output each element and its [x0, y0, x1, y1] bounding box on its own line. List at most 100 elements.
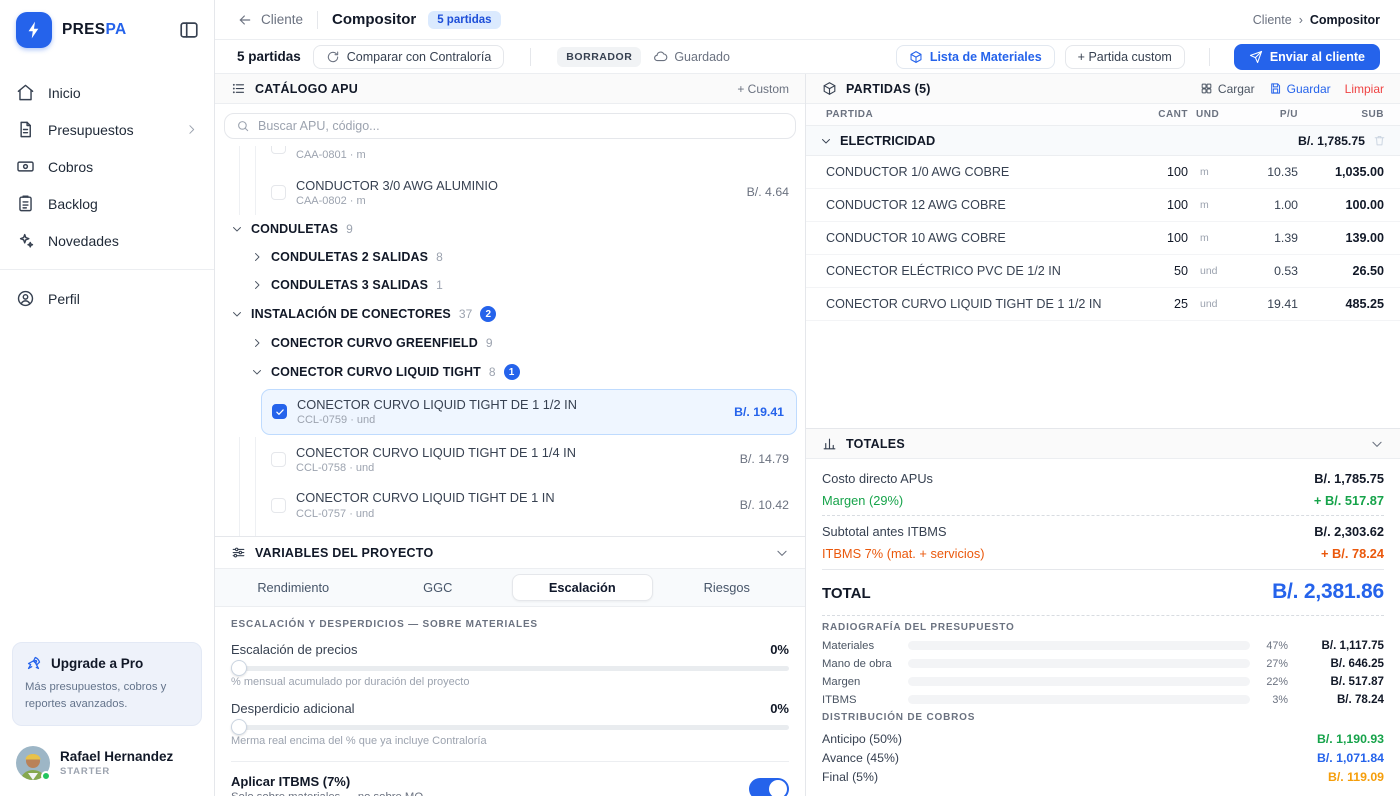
sidebar-item-backlog[interactable]: Backlog [0, 185, 214, 222]
back-label: Cliente [261, 12, 303, 27]
sidebar-item-presupuestos[interactable]: Presupuestos [0, 111, 214, 148]
tree-item-partial[interactable]: CONDUCTOR 1/0 AWG ALUMINIO CAA-0801 · m [215, 146, 805, 170]
tree-group-conector-greenfield[interactable]: CONECTOR CURVO GREENFIELD 9 [215, 329, 805, 357]
tree-item[interactable]: CONECTOR CURVO LIQUID TIGHT DE 1 IN CCL-… [215, 482, 805, 528]
draft-status-badge: BORRADOR [557, 47, 641, 67]
slider-value: 0% [770, 642, 789, 657]
cloud-icon [653, 49, 668, 64]
search-wrap [215, 104, 805, 146]
cant-value[interactable]: 100 [1142, 198, 1188, 212]
tab-riesgos[interactable]: Riesgos [657, 574, 798, 601]
user-row[interactable]: Rafael Hernandez STARTER [0, 736, 214, 796]
cant-value[interactable]: 50 [1142, 264, 1188, 278]
variables-header[interactable]: VARIABLES DEL PROYECTO [215, 537, 805, 569]
slider-track[interactable] [231, 725, 789, 730]
add-custom-link[interactable]: + Custom [737, 82, 789, 96]
send-to-client-button[interactable]: Enviar al cliente [1234, 44, 1380, 70]
breadcrumb-parent[interactable]: Cliente [1253, 13, 1292, 27]
save-icon [1269, 82, 1282, 95]
partidas-header: PARTIDAS (5) Cargar Guardar Limpiar [806, 74, 1400, 104]
back-button[interactable]: Cliente [237, 12, 303, 28]
upgrade-card[interactable]: Upgrade a Pro Más presupuestos, cobros y… [12, 642, 202, 726]
cant-value[interactable]: 25 [1142, 297, 1188, 311]
save-button[interactable]: Guardar [1269, 82, 1331, 96]
user-plan-badge: STARTER [60, 766, 173, 777]
breadcrumb-current: Compositor [1310, 13, 1380, 27]
chevron-down-icon[interactable] [775, 546, 789, 560]
col-partida: PARTIDA [826, 109, 1134, 120]
chevron-down-icon[interactable] [1370, 437, 1384, 451]
upgrade-title: Upgrade a Pro [51, 656, 143, 671]
partida-custom-button[interactable]: + Partida custom [1065, 45, 1185, 69]
trash-icon[interactable] [1373, 134, 1386, 147]
check-icon [275, 407, 285, 417]
banknote-icon [16, 157, 35, 176]
slider-track[interactable] [231, 666, 789, 671]
item-price: B/. 10.42 [740, 498, 789, 512]
tree-item[interactable]: CONDUCTOR 3/0 AWG ALUMINIO CAA-0802 · m … [215, 170, 805, 216]
cobro-row-avance: Avance (45%) B/. 1,071.84 [822, 748, 1384, 767]
tab-ggc[interactable]: GGC [368, 574, 509, 601]
tree-group-conector-liquid-tight[interactable]: CONECTOR CURVO LIQUID TIGHT 8 1 [215, 357, 805, 387]
partida-row[interactable]: CONDUCTOR 10 AWG COBRE 100 m 1.39 139.00 [806, 222, 1400, 255]
sidebar-toggle-icon[interactable] [178, 19, 200, 41]
item-price: B/. 14.79 [740, 452, 789, 466]
chevron-down-icon [231, 223, 243, 235]
nav-label: Presupuestos [48, 122, 134, 138]
chevron-right-icon [251, 251, 263, 263]
materials-list-button[interactable]: Lista de Materiales [896, 45, 1055, 69]
clear-button[interactable]: Limpiar [1345, 82, 1384, 96]
partida-row[interactable]: CONECTOR CURVO LIQUID TIGHT DE 1 1/2 IN … [806, 288, 1400, 321]
checkbox[interactable] [271, 498, 286, 513]
slider-caption: Merma real encima del % que ya incluye C… [231, 735, 789, 747]
breadcrumb-separator: › [1299, 13, 1303, 27]
sidebar-divider [0, 269, 214, 270]
partida-row[interactable]: CONDUCTOR 1/0 AWG COBRE 100 m 10.35 1,03… [806, 156, 1400, 189]
itbms-toggle[interactable] [749, 778, 789, 796]
tree-item-selected[interactable]: CONECTOR CURVO LIQUID TIGHT DE 1 1/2 IN … [261, 389, 797, 435]
tree-group-instalacion-conectores[interactable]: INSTALACIÓN DE CONECTORES 37 2 [215, 299, 805, 329]
tree-item[interactable]: CONECTOR CURVO LIQUID TIGHT DE 1/2 IN CC… [215, 528, 805, 536]
tree-group-conduletas-2-salidas[interactable]: CONDULETAS 2 SALIDAS 8 [215, 243, 805, 271]
selected-count-badge: 1 [504, 364, 520, 380]
tree-group-conduletas[interactable]: CONDULETAS 9 [215, 215, 805, 243]
cobro-row-final: Final (5%) B/. 119.09 [822, 767, 1384, 786]
checkbox[interactable] [271, 452, 286, 467]
partidas-group-electricidad[interactable]: ELECTRICIDAD B/. 1,785.75 [806, 126, 1400, 156]
partida-row[interactable]: CONDUCTOR 12 AWG COBRE 100 m 1.00 100.00 [806, 189, 1400, 222]
totales-header[interactable]: TOTALES [806, 429, 1400, 459]
checkbox[interactable] [271, 146, 286, 154]
cant-value[interactable]: 100 [1142, 231, 1188, 245]
box-icon [909, 50, 923, 64]
send-icon [1249, 50, 1263, 64]
slider-value: 0% [770, 701, 789, 716]
bar-track [908, 677, 1250, 686]
sidebar-item-inicio[interactable]: Inicio [0, 74, 214, 111]
checkbox[interactable] [271, 185, 286, 200]
compare-contraloria-button[interactable]: Comparar con Contraloría [313, 45, 505, 69]
catalog-title: CATÁLOGO APU [255, 82, 358, 96]
slider-knob[interactable] [231, 660, 247, 676]
search-icon [236, 119, 250, 133]
tree-item[interactable]: CONECTOR CURVO LIQUID TIGHT DE 1 1/4 IN … [215, 437, 805, 483]
breakdown-bar-margen: Margen 22% B/. 517.87 [822, 675, 1384, 688]
sidebar-item-novedades[interactable]: Novedades [0, 222, 214, 259]
list-icon [231, 81, 246, 96]
rocket-icon [25, 655, 42, 672]
variables-body: ESCALACIÓN Y DESPERDICIOS — SOBRE MATERI… [215, 607, 805, 796]
nav-label: Backlog [48, 196, 98, 212]
load-button[interactable]: Cargar [1200, 82, 1255, 96]
partida-row[interactable]: CONECTOR ELÉCTRICO PVC DE 1/2 IN 50 und … [806, 255, 1400, 288]
apu-tree: CONDUCTOR 1/0 AWG ALUMINIO CAA-0801 · m … [215, 146, 805, 536]
checkbox-checked[interactable] [272, 404, 287, 419]
slider-knob[interactable] [231, 719, 247, 735]
tab-rendimiento[interactable]: Rendimiento [223, 574, 364, 601]
cant-value[interactable]: 100 [1142, 165, 1188, 179]
total-line-itbms: ITBMS 7% (mat. + servicios) + B/. 78.24 [822, 542, 1384, 564]
sidebar-item-cobros[interactable]: Cobros [0, 148, 214, 185]
sidebar-item-perfil[interactable]: Perfil [0, 280, 214, 317]
search-box [224, 113, 796, 139]
tree-group-conduletas-3-salidas[interactable]: CONDULETAS 3 SALIDAS 1 [215, 271, 805, 299]
tab-escalacion[interactable]: Escalación [512, 574, 653, 601]
search-input[interactable] [258, 119, 784, 133]
